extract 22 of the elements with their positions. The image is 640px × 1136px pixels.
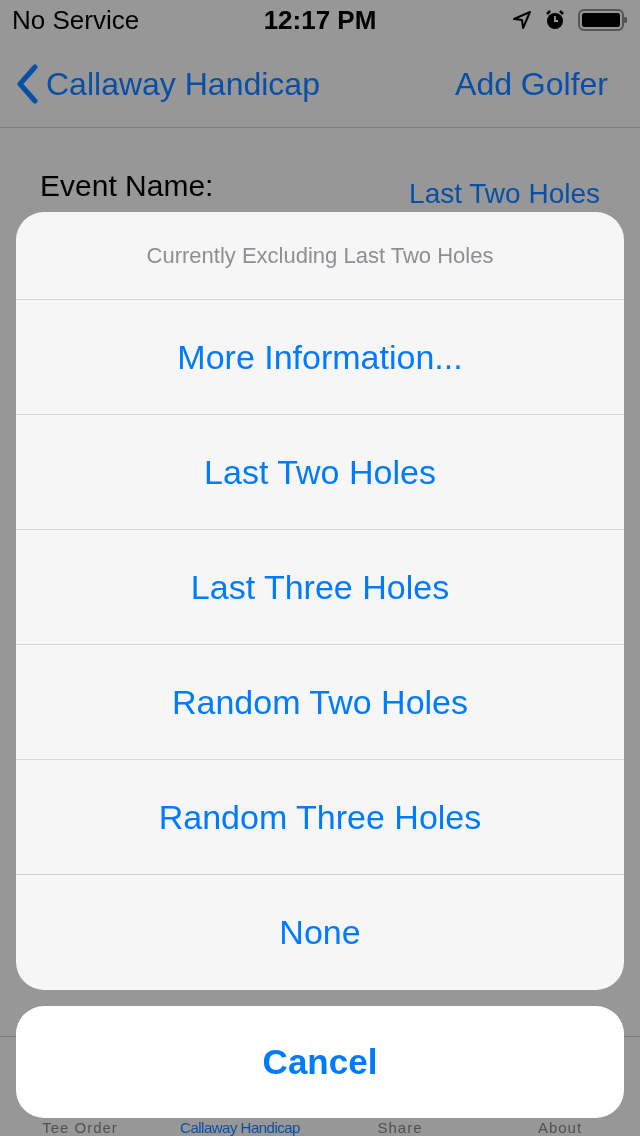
- add-golfer-button[interactable]: Add Golfer: [455, 59, 608, 108]
- sheet-action[interactable]: Random Three Holes: [16, 760, 624, 875]
- chevron-left-icon: [16, 63, 38, 104]
- carrier-text: No Service: [12, 3, 140, 37]
- sheet-action[interactable]: Random Two Holes: [16, 645, 624, 760]
- tab-item[interactable]: Share: [320, 1119, 480, 1136]
- back-button[interactable]: Callaway Handicap: [16, 59, 320, 108]
- clock-text: 12:17 PM: [263, 3, 377, 37]
- tab-item[interactable]: Tee Order: [0, 1119, 160, 1136]
- sheet-title: Currently Excluding Last Two Holes: [16, 212, 624, 300]
- battery-icon: [578, 8, 628, 32]
- sheet-action[interactable]: More Information...: [16, 300, 624, 415]
- cancel-button[interactable]: Cancel: [16, 1006, 624, 1118]
- sheet-action[interactable]: None: [16, 875, 624, 990]
- tab-item[interactable]: About: [480, 1119, 640, 1136]
- field-label: Event Name:: [40, 168, 214, 204]
- sheet-action[interactable]: Last Three Holes: [16, 530, 624, 645]
- tab-item[interactable]: Callaway Handicap: [160, 1119, 320, 1136]
- sheet-action[interactable]: Last Two Holes: [16, 415, 624, 530]
- location-icon: [512, 10, 532, 30]
- alarm-icon: [544, 9, 566, 31]
- field-value[interactable]: Last Two Holes: [409, 178, 600, 210]
